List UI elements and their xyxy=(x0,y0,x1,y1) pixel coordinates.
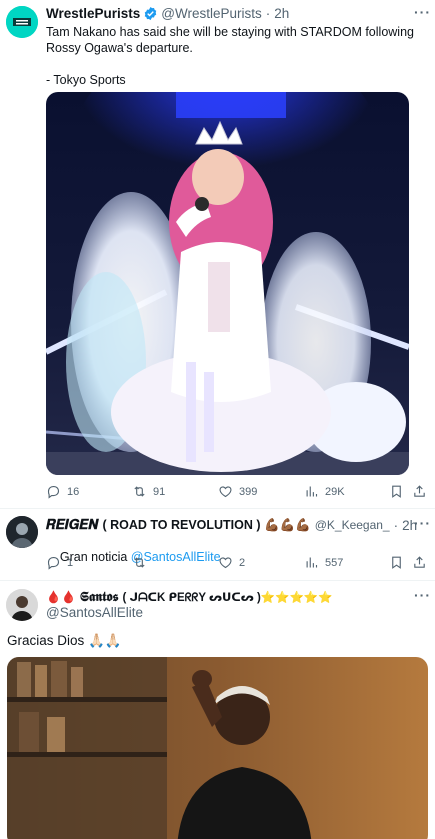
like-icon xyxy=(219,557,232,569)
tweet-text: Gracias Dios 🙏🏻🙏🏻 xyxy=(7,633,122,648)
display-name-suffix[interactable]: ( ROAD TO REVOLUTION ) 💪🏾💪🏾💪🏾 xyxy=(102,518,310,533)
reply-icon xyxy=(47,556,60,570)
share-icon xyxy=(414,485,425,497)
like-button[interactable]: 2 xyxy=(218,555,245,570)
tweet-actions: 1 2 557 xyxy=(46,555,425,573)
bookmark-icon xyxy=(392,485,401,498)
tweet-text: Tam Nakano has said she will be staying … xyxy=(46,25,414,87)
repost-button[interactable] xyxy=(132,555,153,570)
bookmark-button[interactable] xyxy=(389,484,404,499)
bookmark-icon xyxy=(392,556,401,569)
tweet-video[interactable] xyxy=(7,657,428,839)
reply-count: 16 xyxy=(67,485,80,498)
display-name[interactable]: 𝑹𝑬𝑰𝑮𝑬𝑵 xyxy=(46,517,98,533)
tweet-santos[interactable]: 🩸🩸 𝕾𝖆𝖓𝖙𝖔𝖘 ( ᒍᗩᑕK ᑭEᖇᖇY ᔕᑌᑕᔕ )⭐⭐⭐⭐⭐ ··· @… xyxy=(0,581,435,839)
repost-button[interactable]: 91 xyxy=(132,484,165,499)
reply-button[interactable]: 16 xyxy=(46,484,79,499)
celebration-video-image xyxy=(7,657,428,839)
bookmark-button[interactable] xyxy=(389,555,404,570)
profile-photo-image xyxy=(6,589,38,621)
like-button[interactable]: 399 xyxy=(218,484,257,499)
tweet-photo[interactable] xyxy=(46,92,409,475)
repost-count: 91 xyxy=(153,485,166,498)
like-icon xyxy=(219,486,232,498)
author-row: 𝑹𝑬𝑰𝑮𝑬𝑵 ( ROAD TO REVOLUTION ) 💪🏾💪🏾💪🏾 @K_… xyxy=(46,517,417,533)
like-count: 399 xyxy=(239,485,258,498)
like-count: 2 xyxy=(239,556,246,569)
share-button[interactable] xyxy=(412,484,427,499)
display-name-suffix[interactable]: ( ᒍᗩᑕK ᑭEᖇᖇY ᔕᑌᑕᔕ )⭐⭐⭐⭐⭐ xyxy=(123,590,333,605)
avatar[interactable] xyxy=(6,589,38,621)
handle[interactable]: @SantosAllElite xyxy=(46,605,143,620)
separator: · xyxy=(265,6,271,21)
tweet-wrestlepurists[interactable]: WrestlePurists @WrestlePurists · 2h ··· … xyxy=(0,0,435,508)
reply-button[interactable]: 1 xyxy=(46,555,73,570)
profile-photo-image xyxy=(6,516,38,548)
more-options-icon[interactable]: ··· xyxy=(414,4,431,20)
display-name[interactable]: 𝕾𝖆𝖓𝖙𝖔𝖘 xyxy=(80,589,119,605)
view-count: 557 xyxy=(325,556,344,569)
timestamp[interactable]: 2h xyxy=(274,6,289,21)
reply-count: 1 xyxy=(67,556,74,569)
repost-icon xyxy=(134,557,145,568)
share-icon xyxy=(414,556,425,568)
avatar[interactable] xyxy=(6,6,38,38)
handle[interactable]: @K_Keegan_ xyxy=(315,518,390,532)
author-row: WrestlePurists @WrestlePurists · 2h xyxy=(46,6,289,21)
more-options-icon[interactable]: ··· xyxy=(414,515,431,531)
repost-icon xyxy=(134,486,145,497)
tweet-actions: 16 91 399 29K xyxy=(46,484,425,502)
author-row: 🩸🩸 𝕾𝖆𝖓𝖙𝖔𝖘 ( ᒍᗩᑕK ᑭEᖇᖇY ᔕᑌᑕᔕ )⭐⭐⭐⭐⭐ xyxy=(46,589,332,605)
display-name[interactable]: WrestlePurists xyxy=(46,6,140,21)
separator: · xyxy=(393,517,399,533)
view-count: 29K xyxy=(325,485,345,498)
more-options-icon[interactable]: ··· xyxy=(414,587,431,603)
views-icon xyxy=(306,557,318,568)
handle-row: @SantosAllElite xyxy=(46,605,143,620)
tweet-reigen-reply[interactable]: 𝑹𝑬𝑰𝑮𝑬𝑵 ( ROAD TO REVOLUTION ) 💪🏾💪🏾💪🏾 @K_… xyxy=(0,509,435,580)
reply-icon xyxy=(47,485,60,499)
handle[interactable]: @WrestlePurists xyxy=(161,6,261,21)
views-button[interactable]: 29K xyxy=(304,484,345,499)
verified-badge-icon xyxy=(145,6,157,21)
views-icon xyxy=(306,486,318,497)
avatar[interactable] xyxy=(6,516,38,548)
display-name-prefix: 🩸🩸 xyxy=(46,590,76,604)
views-button[interactable]: 557 xyxy=(304,555,343,570)
wrestlepurists-logo-icon xyxy=(6,6,38,38)
share-button[interactable] xyxy=(412,555,427,570)
wrestler-photo-image xyxy=(46,92,409,475)
